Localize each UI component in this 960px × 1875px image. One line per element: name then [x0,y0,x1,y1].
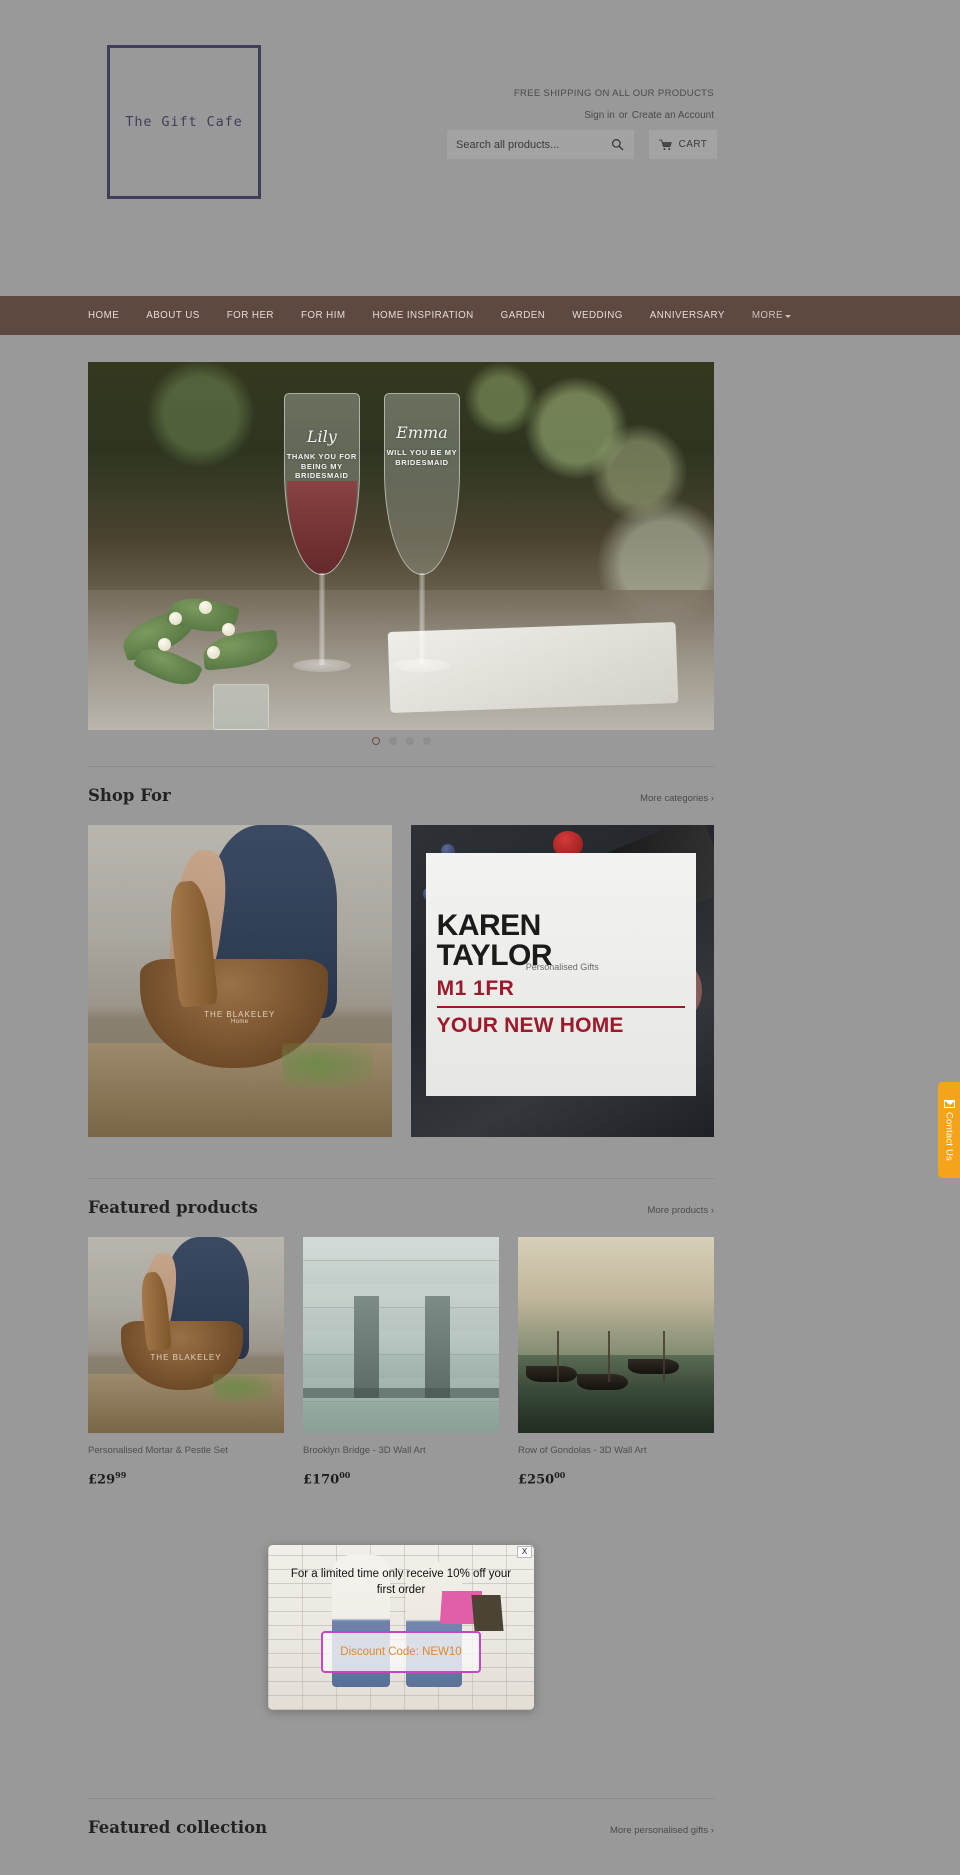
house-sign-caption: Personalised Gifts [525,962,599,973]
product-price-currency: £ [88,1472,98,1488]
mail-icon [943,1099,955,1108]
more-products-link[interactable]: More products › [647,1205,714,1216]
cart-icon [658,139,672,150]
hero-slideshow[interactable]: Lily THANK YOU FOR BEING MY BRIDESMAID E… [88,362,714,730]
featured-collection-title: Featured collection [88,1818,268,1837]
contact-us-tab[interactable]: Contact Us [938,1082,960,1178]
site-logo-text: The Gift Cafe [125,114,243,130]
product-price: £2999 [88,1470,284,1487]
shop-for-header: Shop For More categories › [88,767,714,805]
page-root: The Gift Cafe FREE SHIPPING ON ALL OUR P… [0,0,960,1875]
featured-collection-header: Featured collection More personalised gi… [88,1799,714,1837]
featured-products-grid: THE BLAKELEY Personalised Mortar & Pestl… [88,1237,714,1488]
popup-close-button[interactable]: X [517,1546,532,1558]
sign-in-link[interactable]: Sign in [584,110,615,121]
category-image-house-sign: KAREN TAYLOR M1 1FR YOUR NEW HOME Person… [410,825,714,1137]
product-title: Row of Gondolas - 3D Wall Art [518,1445,647,1456]
product-price-currency: £ [303,1472,313,1488]
nav-item-anniversary[interactable]: ANNIVERSARY [650,310,725,321]
featured-products-header: Featured products More products › [88,1179,714,1217]
house-sign-line3: YOUR NEW HOME [436,1014,624,1038]
product-price-currency: £ [518,1472,528,1488]
hero-glass-right: Emma WILL YOU BE MY BRIDESMAID [376,393,468,693]
product-price-cents: 00 [554,1470,566,1481]
hero-dot-2[interactable] [388,737,397,745]
shop-for-section: Shop For More categories › THE BLAKELEY … [88,766,714,1137]
nav-item-wedding[interactable]: WEDDING [572,310,623,321]
product-title: Brooklyn Bridge - 3D Wall Art [303,1445,426,1456]
more-categories-link[interactable]: More categories › [640,793,714,804]
search-icon [611,139,623,151]
product-price-cents: 00 [339,1470,351,1481]
hero-dot-1[interactable] [371,737,380,745]
product-price: £25000 [518,1470,714,1487]
house-sign-divider [436,1005,685,1009]
product-price-main: 250 [527,1472,555,1488]
category-card-house-sign[interactable]: KAREN TAYLOR M1 1FR YOUR NEW HOME Person… [410,825,714,1137]
nav-item-for-her[interactable]: FOR HER [227,310,274,321]
category-card-mortar-pestle[interactable]: THE BLAKELEY Home [88,825,392,1137]
mortar-brand-text: THE BLAKELEY Home [167,1010,313,1025]
hero-dot-3[interactable] [405,737,414,745]
hero-slideshow-dots [88,737,714,745]
house-sign-line1: KAREN [436,909,542,943]
nav-item-about-us[interactable]: ABOUT US [146,310,200,321]
product-title: Personalised Mortar & Pestle Set [88,1445,228,1456]
product-price-main: 29 [97,1472,116,1488]
product-price-cents: 99 [115,1470,127,1481]
create-account-link[interactable]: Create an Account [632,110,714,121]
search-input[interactable] [447,131,602,158]
more-personalised-gifts-link[interactable]: More personalised gifts › [610,1825,714,1836]
discount-popup: X For a limited time only receive 10% of… [268,1545,534,1710]
nav-item-for-him[interactable]: FOR HIM [301,310,346,321]
category-grid: THE BLAKELEY Home KAREN TAYLOR M1 1FR YO… [88,825,714,1137]
header-search-row: CART [447,130,717,159]
nav-item-home-inspiration[interactable]: HOME INSPIRATION [372,310,473,321]
featured-collection-section: Featured collection More personalised gi… [88,1798,714,1837]
promo-banner: FREE SHIPPING ON ALL OUR PRODUCTS [513,88,714,99]
product-card-mortar-pestle[interactable]: THE BLAKELEY Personalised Mortar & Pestl… [88,1237,284,1488]
product-mortar-brand: THE BLAKELEY [150,1353,222,1363]
product-card-row-of-gondolas[interactable]: Row of Gondolas - 3D Wall Art £25000 [518,1237,714,1488]
hero-glass-left: Lily THANK YOU FOR BEING MY BRIDESMAID [276,393,368,693]
product-price-main: 170 [312,1472,340,1488]
featured-products-section: Featured products More products › THE BL… [88,1178,714,1488]
main-navigation: HOME ABOUT US FOR HER FOR HIM HOME INSPI… [0,296,960,335]
nav-item-garden[interactable]: GARDEN [501,310,546,321]
discount-code-button[interactable]: Discount Code: NEW10 [321,1631,481,1673]
contact-us-tab-label: Contact Us [943,1111,955,1161]
product-thumb-row-of-gondolas [518,1237,714,1433]
product-price: £17000 [303,1470,499,1487]
nav-item-more-label: MORE [751,310,784,321]
house-sign-postcode: M1 1FR [436,976,515,1000]
cart-button[interactable]: CART [649,130,717,159]
search-submit-button[interactable] [602,130,632,159]
category-image-mortar-pestle: THE BLAKELEY Home [88,825,392,1137]
account-links: Sign in or Create an Account [584,110,714,121]
nav-item-home[interactable]: HOME [88,310,119,321]
product-thumb-brooklyn-bridge [303,1237,499,1433]
account-links-separator: or [618,110,628,121]
product-thumb-mortar-pestle: THE BLAKELEY [88,1237,284,1433]
nav-item-more[interactable]: MORE [751,310,792,321]
search-form [447,130,634,159]
popup-message: For a limited time only receive 10% off … [290,1568,512,1596]
shop-for-title: Shop For [88,786,171,805]
featured-products-title: Featured products [88,1198,258,1217]
mortar-brand-sub: Home [230,1018,249,1025]
house-sign-plaque: KAREN TAYLOR M1 1FR YOUR NEW HOME [425,853,696,1097]
site-logo[interactable]: The Gift Cafe [107,45,261,199]
cart-label: CART [678,139,708,150]
hero-dot-4[interactable] [422,737,431,745]
product-card-brooklyn-bridge[interactable]: Brooklyn Bridge - 3D Wall Art £17000 [303,1237,499,1488]
mortar-brand-name: THE BLAKELEY [204,1009,276,1019]
hero-foliage [113,583,301,715]
chevron-down-icon [785,314,792,318]
site-header: The Gift Cafe FREE SHIPPING ON ALL OUR P… [0,0,960,296]
hero-vase [213,684,270,730]
